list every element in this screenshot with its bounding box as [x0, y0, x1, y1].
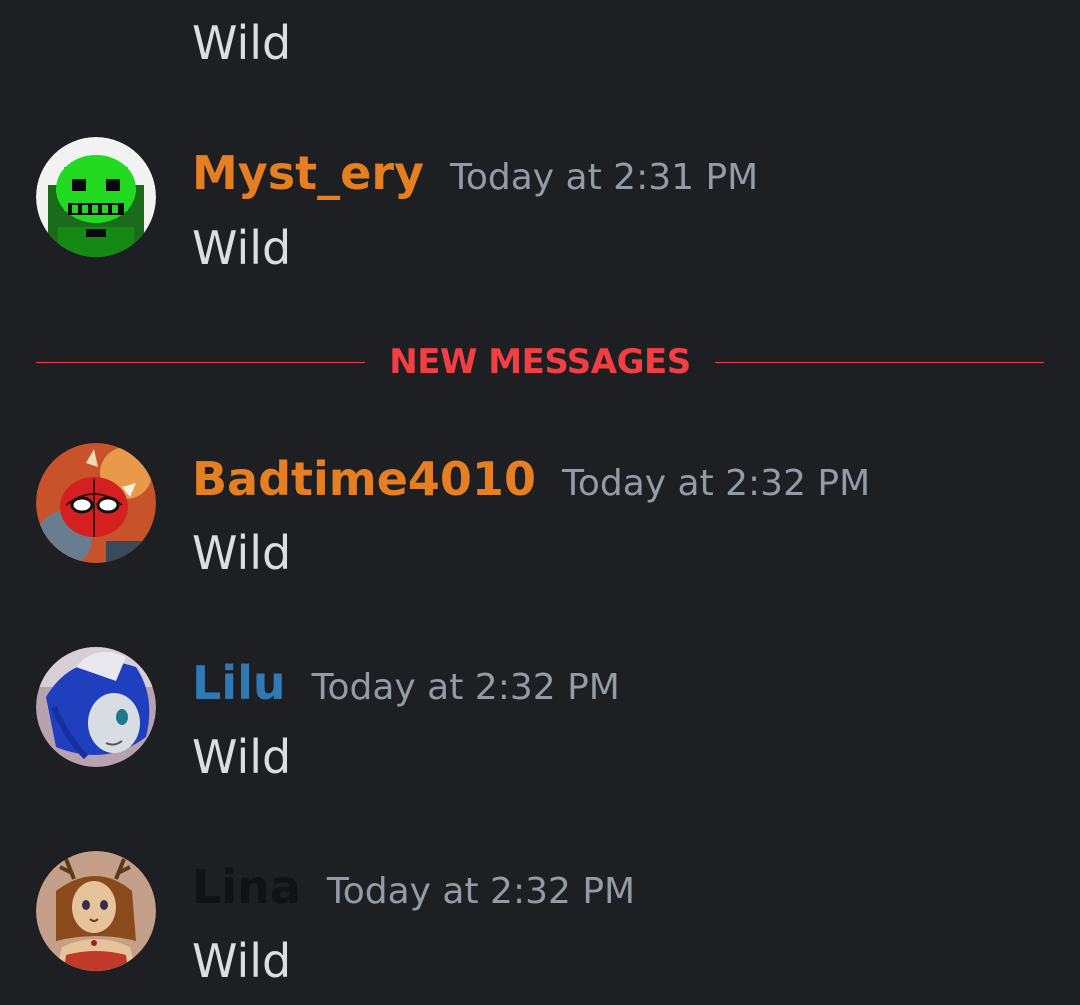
user-avatar[interactable]: [36, 647, 156, 767]
message-text: Wild: [192, 526, 292, 580]
username[interactable]: Lina: [192, 864, 301, 910]
user-avatar[interactable]: [36, 851, 156, 971]
timestamp: Today at 2:32 PM: [326, 871, 636, 912]
message-text: Wild: [192, 221, 292, 275]
message-text: Wild: [192, 934, 292, 988]
message-header: Badtime4010 Today at 2:32 PM: [192, 456, 870, 502]
blue-hair-character-avatar: [36, 647, 156, 767]
new-messages-divider: NEW MESSAGES: [36, 340, 1044, 384]
message-header: Lilu Today at 2:32 PM: [192, 660, 620, 706]
divider-line-right: [714, 361, 1044, 363]
spider-hero-avatar: [36, 443, 156, 563]
message-text: Wild: [192, 16, 292, 70]
timestamp: Today at 2:32 PM: [561, 463, 871, 504]
username[interactable]: Badtime4010: [192, 456, 536, 502]
new-messages-label: NEW MESSAGES: [389, 342, 691, 382]
green-skull-avatar: [36, 137, 156, 257]
timestamp: Today at 2:32 PM: [311, 667, 620, 708]
username[interactable]: Lilu: [192, 660, 286, 706]
message-text: Wild: [192, 730, 292, 784]
message-header: Lina Today at 2:32 PM: [192, 864, 635, 910]
message-header: Myst_ery Today at 2:31 PM: [192, 150, 758, 196]
timestamp: Today at 2:31 PM: [450, 157, 759, 198]
divider-line-left: [36, 361, 366, 363]
user-avatar[interactable]: [36, 137, 156, 257]
deer-girl-avatar: [36, 851, 156, 971]
chat-message-list: Wild Myst_ery Today at 2:31 PM Wild NEW …: [0, 0, 1080, 1005]
user-avatar[interactable]: [36, 443, 156, 563]
username[interactable]: Myst_ery: [192, 150, 424, 196]
